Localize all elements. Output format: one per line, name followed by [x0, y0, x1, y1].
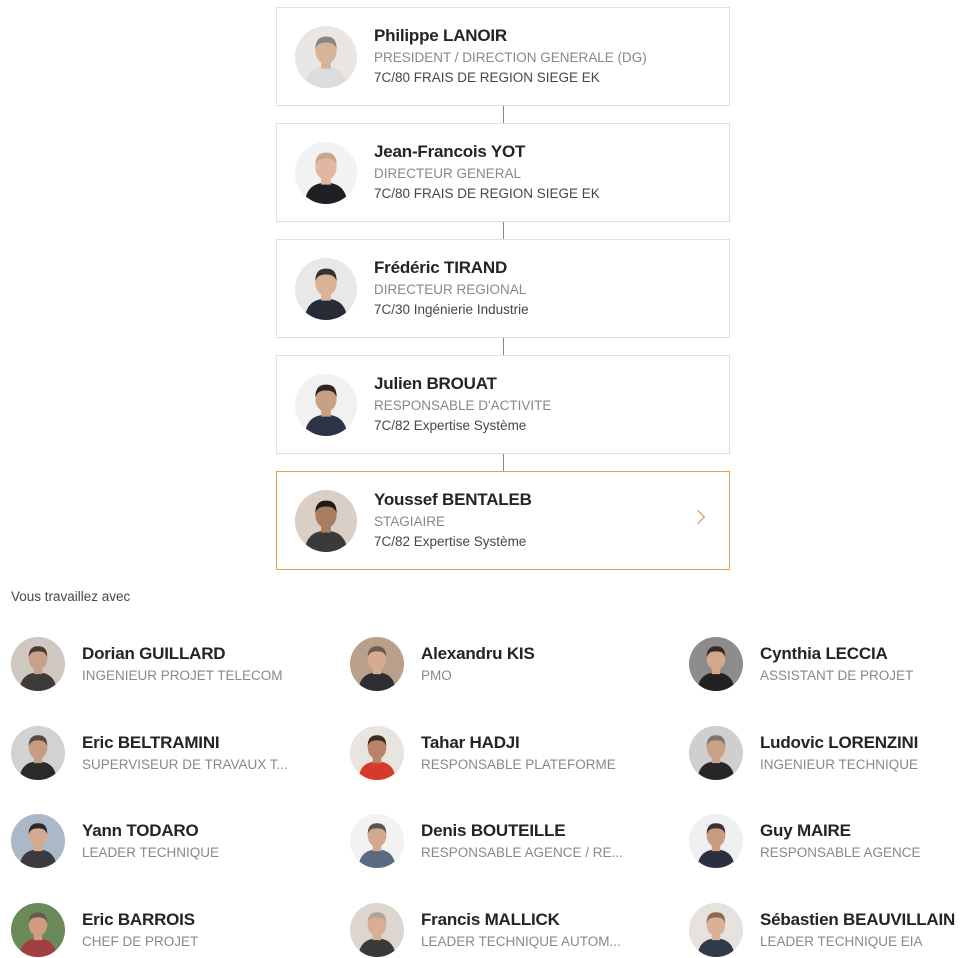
person-photo-avatar — [689, 637, 743, 691]
org-chart-manager-chain: Philippe LANOIR PRESIDENT / DIRECTION GE… — [276, 7, 730, 570]
coworker-item[interactable]: Yann TODARO LEADER TECHNIQUE — [11, 813, 219, 869]
coworker-item[interactable]: Alexandru KIS PMO — [350, 636, 535, 692]
person-name: Tahar HADJI — [421, 733, 520, 752]
person-card[interactable]: Jean-Francois YOT DIRECTEUR GENERAL 7C/8… — [276, 123, 730, 222]
person-card[interactable]: Julien BROUAT RESPONSABLE D'ACTIVITE 7C/… — [276, 355, 730, 454]
person-info: Youssef BENTALEB STAGIAIRE 7C/82 Experti… — [374, 489, 532, 552]
person-photo-avatar — [689, 903, 743, 957]
person-department: 7C/30 Ingénierie Industrie — [374, 302, 529, 317]
person-card[interactable]: Frédéric TIRAND DIRECTEUR REGIONAL 7C/30… — [276, 239, 730, 338]
person-name: Eric BELTRAMINI — [82, 733, 220, 752]
person-role: LEADER TECHNIQUE AUTOM... — [421, 934, 621, 949]
person-role: STAGIAIRE — [374, 514, 446, 529]
person-role: ASSISTANT DE PROJET — [760, 668, 914, 683]
person-role: RESPONSABLE PLATEFORME — [421, 757, 616, 772]
coworker-item[interactable]: Eric BELTRAMINI SUPERVISEUR DE TRAVAUX T… — [11, 725, 288, 781]
chevron-right-icon[interactable] — [690, 509, 706, 525]
person-name: Alexandru KIS — [421, 644, 535, 663]
person-role: DIRECTEUR GENERAL — [374, 166, 522, 181]
person-info: Eric BELTRAMINI SUPERVISEUR DE TRAVAUX T… — [82, 732, 288, 774]
person-department: 7C/80 FRAIS DE REGION SIEGE EK — [374, 70, 600, 85]
person-photo-avatar — [11, 814, 65, 868]
person-name: Ludovic LORENZINI — [760, 733, 919, 752]
person-name: Julien BROUAT — [374, 374, 497, 393]
person-name: Yann TODARO — [82, 821, 199, 840]
person-department: 7C/82 Expertise Système — [374, 418, 527, 433]
person-photo-avatar — [295, 25, 357, 88]
person-name: Sébastien BEAUVILLAIN — [760, 910, 956, 929]
coworker-item[interactable]: Eric BARROIS CHEF DE PROJET — [11, 902, 198, 958]
person-photo-avatar — [11, 637, 65, 691]
person-photo-avatar — [350, 814, 404, 868]
person-info: Denis BOUTEILLE RESPONSABLE AGENCE / RE.… — [421, 820, 623, 862]
person-name: Philippe LANOIR — [374, 26, 508, 45]
person-role: INGENIEUR TECHNIQUE — [760, 757, 919, 772]
person-name: Cynthia LECCIA — [760, 644, 888, 663]
coworker-item[interactable]: Dorian GUILLARD INGENIEUR PROJET TELECOM — [11, 636, 283, 692]
person-photo-avatar — [689, 814, 743, 868]
coworker-item[interactable]: Sébastien BEAUVILLAIN LEADER TECHNIQUE E… — [689, 902, 955, 958]
person-role: INGENIEUR PROJET TELECOM — [82, 668, 283, 683]
person-photo-avatar — [295, 257, 357, 320]
person-card[interactable]: Philippe LANOIR PRESIDENT / DIRECTION GE… — [276, 7, 730, 106]
person-name: Eric BARROIS — [82, 910, 195, 929]
person-role: LEADER TECHNIQUE EIA — [760, 934, 923, 949]
person-role: RESPONSABLE AGENCE — [760, 845, 921, 860]
person-role: DIRECTEUR REGIONAL — [374, 282, 527, 297]
person-info: Dorian GUILLARD INGENIEUR PROJET TELECOM — [82, 643, 283, 685]
person-name: Dorian GUILLARD — [82, 644, 226, 663]
coworker-item[interactable]: Denis BOUTEILLE RESPONSABLE AGENCE / RE.… — [350, 813, 623, 869]
person-info: Ludovic LORENZINI INGENIEUR TECHNIQUE — [760, 732, 918, 774]
org-chart-connector — [503, 454, 504, 471]
person-department: 7C/82 Expertise Système — [374, 534, 527, 549]
person-name: Youssef BENTALEB — [374, 490, 532, 509]
person-info: Philippe LANOIR PRESIDENT / DIRECTION GE… — [374, 25, 647, 88]
org-chart-connector — [503, 106, 504, 123]
person-role: RESPONSABLE AGENCE / RE... — [421, 845, 623, 860]
person-role: PRESIDENT / DIRECTION GENERALE (DG) — [374, 50, 647, 65]
person-info: Jean-Francois YOT DIRECTEUR GENERAL 7C/8… — [374, 141, 600, 204]
person-name: Denis BOUTEILLE — [421, 821, 566, 840]
person-info: Yann TODARO LEADER TECHNIQUE — [82, 820, 219, 862]
person-name: Frédéric TIRAND — [374, 258, 508, 277]
org-chart-connector — [503, 338, 504, 355]
person-photo-avatar — [350, 903, 404, 957]
person-info: Tahar HADJI RESPONSABLE PLATEFORME — [421, 732, 616, 774]
person-name: Francis MALLICK — [421, 910, 560, 929]
person-photo-avatar — [295, 373, 357, 436]
person-name: Jean-Francois YOT — [374, 142, 526, 161]
coworker-item[interactable]: Francis MALLICK LEADER TECHNIQUE AUTOM..… — [350, 902, 621, 958]
person-card-selected[interactable]: Youssef BENTALEB STAGIAIRE 7C/82 Experti… — [276, 471, 730, 570]
person-department: 7C/80 FRAIS DE REGION SIEGE EK — [374, 186, 600, 201]
person-photo-avatar — [689, 726, 743, 780]
person-info: Alexandru KIS PMO — [421, 643, 535, 685]
person-role: PMO — [421, 668, 452, 683]
person-info: Sébastien BEAUVILLAIN LEADER TECHNIQUE E… — [760, 909, 955, 951]
person-info: Julien BROUAT RESPONSABLE D'ACTIVITE 7C/… — [374, 373, 551, 436]
person-role: SUPERVISEUR DE TRAVAUX T... — [82, 757, 288, 772]
person-photo-avatar — [350, 637, 404, 691]
org-chart-connector — [503, 222, 504, 239]
person-photo-avatar — [295, 141, 357, 204]
coworker-item[interactable]: Cynthia LECCIA ASSISTANT DE PROJET — [689, 636, 913, 692]
section-label-works-with: Vous travaillez avec — [11, 589, 131, 604]
person-role: RESPONSABLE D'ACTIVITE — [374, 398, 552, 413]
person-info: Eric BARROIS CHEF DE PROJET — [82, 909, 198, 951]
person-photo-avatar — [11, 903, 65, 957]
person-photo-avatar — [295, 489, 357, 552]
coworker-item[interactable]: Guy MAIRE RESPONSABLE AGENCE — [689, 813, 921, 869]
coworker-item[interactable]: Tahar HADJI RESPONSABLE PLATEFORME — [350, 725, 616, 781]
person-role: LEADER TECHNIQUE — [82, 845, 220, 860]
person-role: CHEF DE PROJET — [82, 934, 199, 949]
coworker-item[interactable]: Ludovic LORENZINI INGENIEUR TECHNIQUE — [689, 725, 918, 781]
person-info: Guy MAIRE RESPONSABLE AGENCE — [760, 820, 921, 862]
person-info: Francis MALLICK LEADER TECHNIQUE AUTOM..… — [421, 909, 621, 951]
person-photo-avatar — [350, 726, 404, 780]
person-info: Cynthia LECCIA ASSISTANT DE PROJET — [760, 643, 913, 685]
person-info: Frédéric TIRAND DIRECTEUR REGIONAL 7C/30… — [374, 257, 529, 320]
person-photo-avatar — [11, 726, 65, 780]
person-name: Guy MAIRE — [760, 821, 851, 840]
